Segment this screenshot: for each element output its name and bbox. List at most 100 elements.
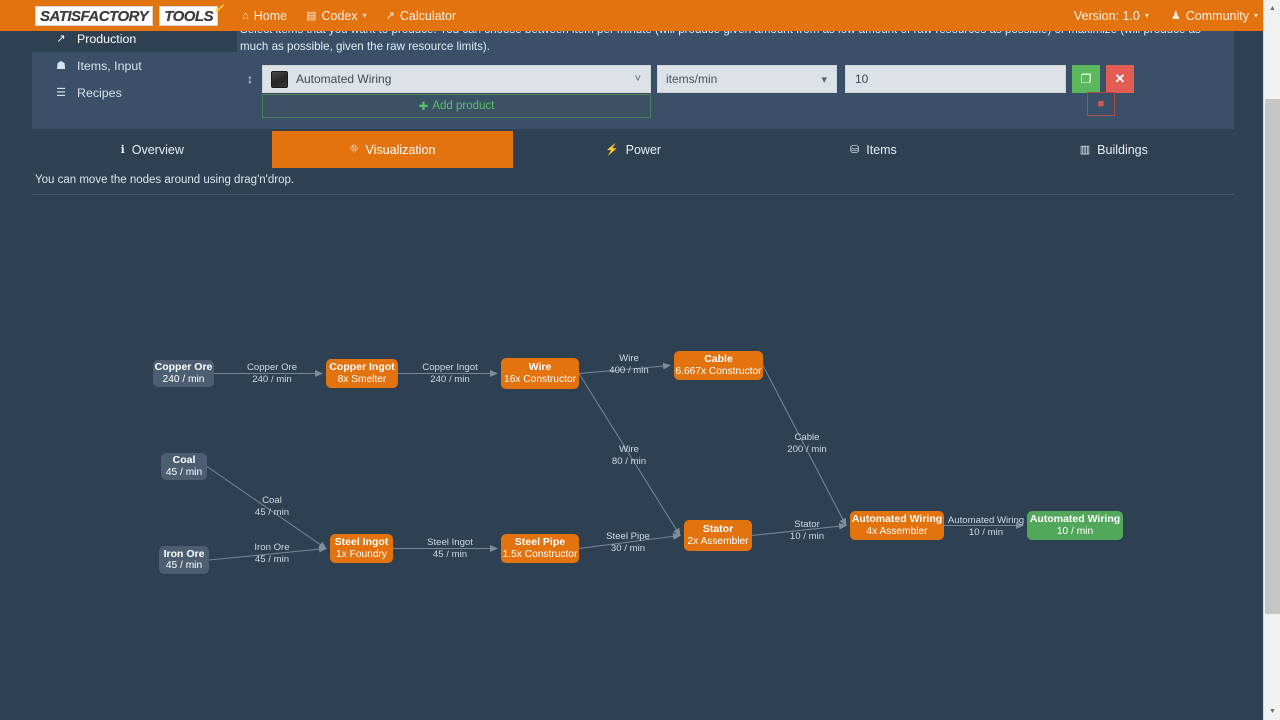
tab-visualization[interactable]: ⛗ Visualization	[272, 131, 513, 168]
version-label: Version: 1.0	[1073, 8, 1140, 23]
drag-handle-icon[interactable]: ↕	[242, 65, 258, 93]
sidebar: ↗ Production ☗ Items, Input ☰ Recipes	[32, 25, 237, 129]
chart-icon: ↗	[385, 10, 395, 22]
top-navbar: SATISFACTORY TOOLS ✓ ⌂ Home ▤ Codex ▾ ↗ …	[0, 0, 1280, 31]
graph-node-wire[interactable]: Wire 16x Constructor	[501, 358, 579, 389]
graph-node-copper-ingot[interactable]: Copper Ingot 8x Smelter	[326, 359, 398, 388]
nav-item-home-label: Home	[253, 8, 288, 23]
graph-node-auto-wiring-asm[interactable]: Automated Wiring 4x Assembler	[850, 511, 944, 540]
sidebar-item-items-input-label: Items, Input	[77, 58, 142, 73]
result-tabs: ℹ Overview ⛗ Visualization ⚡ Power ⛁ Ite…	[32, 131, 1234, 168]
graph-node-subtitle: 6.667x Constructor	[675, 365, 762, 377]
scroll-down-button[interactable]: ▼	[1264, 703, 1280, 720]
community-dropdown[interactable]: ♟ Community ▾	[1171, 9, 1258, 23]
save-icon: ⛁	[850, 144, 860, 156]
nav-item-home[interactable]: ⌂ Home	[242, 9, 287, 23]
graph-node-iron-ore[interactable]: Iron Ore 45 / min	[159, 546, 209, 574]
logo-check-icon: ✓	[213, 0, 225, 16]
nav-item-codex-label: Codex	[321, 8, 358, 23]
tab-overview[interactable]: ℹ Overview	[32, 131, 272, 168]
nav-item-calculator-label: Calculator	[399, 8, 457, 23]
graph-node-subtitle: 45 / min	[165, 560, 203, 571]
remove-product-button[interactable]: ✕	[1106, 65, 1134, 93]
graph-node-title: Steel Pipe	[514, 536, 566, 548]
chevron-down-icon: ▾	[821, 74, 827, 86]
graph-node-title: Automated Wiring	[1029, 513, 1121, 525]
product-row: ↕ Automated Wiring ˅ ✚ Add product items…	[242, 65, 1134, 118]
delete-row-button[interactable]: ■	[1087, 92, 1115, 116]
tab-power-label: Power	[625, 142, 662, 157]
product-select-value: Automated Wiring	[296, 72, 392, 86]
visualization-canvas[interactable]: Copper Ore 240 / min Copper Ingot 8x Smelte…	[32, 194, 1234, 720]
duplicate-product-button[interactable]: ❐	[1072, 65, 1100, 93]
add-product-label: Add product	[432, 100, 495, 112]
sidebar-item-recipes-label: Recipes	[77, 85, 122, 100]
graph-node-steel-pipe[interactable]: Steel Pipe 1.5x Constructor	[501, 534, 579, 563]
nav-item-codex[interactable]: ▤ Codex ▾	[306, 9, 367, 23]
navbar-links: ⌂ Home ▤ Codex ▾ ↗ Calculator	[242, 9, 456, 23]
production-form-panel: Select items that you want to produce. Y…	[237, 24, 1234, 129]
chevron-down-icon: ▾	[362, 11, 367, 20]
chevron-down-icon: ▾	[1144, 11, 1149, 20]
community-label: Community	[1185, 8, 1249, 23]
graph-node-subtitle: 4x Assembler	[866, 525, 928, 537]
add-product-button[interactable]: ✚ Add product	[262, 94, 651, 118]
graph-node-stator[interactable]: Stator 2x Assembler	[684, 520, 752, 551]
chevron-down-icon: ▾	[1253, 11, 1258, 20]
graph-node-title: Iron Ore	[163, 547, 205, 560]
logo-text-part2: TOOLS	[159, 5, 219, 26]
close-icon: ✕	[1114, 71, 1126, 86]
graph-node-title: Wire	[528, 361, 552, 373]
sidebar-item-items-input[interactable]: ☗ Items, Input	[32, 52, 237, 79]
graph-node-title: Copper Ore	[154, 361, 213, 373]
info-icon: ℹ	[120, 144, 125, 156]
site-logo[interactable]: SATISFACTORY TOOLS ✓	[35, 1, 224, 28]
graph-node-subtitle: 240 / min	[162, 373, 205, 385]
trash-icon: ■	[1097, 98, 1105, 110]
bolt-icon: ⚡	[604, 144, 619, 156]
graph-node-subtitle: 1.5x Constructor	[502, 548, 578, 560]
navbar-right: Version: 1.0 ▾ ♟ Community ▾	[1074, 9, 1258, 23]
amount-input[interactable]: 10	[845, 65, 1066, 93]
item-thumbnail-icon	[271, 70, 288, 88]
tab-buildings-label: Buildings	[1097, 142, 1148, 157]
chart-icon: ↗	[56, 33, 66, 45]
book-icon: ▤	[306, 10, 317, 22]
plus-icon: ✚	[418, 101, 429, 113]
graph-node-subtitle: 2x Assembler	[687, 535, 749, 547]
copy-icon: ❐	[1080, 72, 1092, 86]
sidebar-item-production-label: Production	[77, 31, 137, 46]
tab-power[interactable]: ⚡ Power	[513, 131, 753, 168]
tab-items-label: Items	[866, 142, 897, 157]
graph-node-title: Stator	[702, 523, 734, 535]
tab-overview-label: Overview	[131, 142, 184, 157]
users-icon: ♟	[1170, 10, 1181, 22]
chevron-down-icon: ˅	[634, 73, 641, 85]
graph-node-title: Steel Ingot	[334, 536, 389, 548]
graph-node-subtitle: 8x Smelter	[337, 373, 387, 385]
unit-select[interactable]: items/min ▾	[657, 65, 837, 93]
graph-node-title: Coal	[172, 454, 196, 466]
page-scrollbar[interactable]: ▲ ▼	[1263, 0, 1280, 720]
unit-select-value: items/min	[666, 72, 718, 86]
graph-node-copper-ore[interactable]: Copper Ore 240 / min	[153, 360, 214, 387]
scrollbar-thumb[interactable]	[1265, 99, 1280, 614]
graph-node-steel-ingot[interactable]: Steel Ingot 1x Foundry	[330, 534, 393, 563]
tab-items[interactable]: ⛁ Items	[753, 131, 993, 168]
graph-node-subtitle: 45 / min	[165, 466, 203, 478]
graph-node-subtitle: 10 / min	[1056, 525, 1094, 537]
graph-node-subtitle: 16x Constructor	[504, 373, 576, 385]
product-select[interactable]: Automated Wiring ˅	[262, 65, 651, 93]
version-dropdown[interactable]: Version: 1.0 ▾	[1074, 9, 1149, 23]
graph-node-auto-wiring-out[interactable]: Automated Wiring 10 / min	[1027, 511, 1123, 540]
page-root: SATISFACTORY TOOLS ✓ ⌂ Home ▤ Codex ▾ ↗ …	[0, 0, 1280, 720]
tab-visualization-label: Visualization	[365, 142, 436, 157]
graph-node-coal[interactable]: Coal 45 / min	[161, 453, 207, 480]
tab-buildings[interactable]: ▥ Buildings	[994, 131, 1234, 168]
scroll-up-button[interactable]: ▲	[1264, 0, 1280, 17]
nav-item-calculator[interactable]: ↗ Calculator	[386, 9, 457, 23]
product-select-group: Automated Wiring ˅ ✚ Add product	[262, 65, 651, 118]
sidebar-item-recipes[interactable]: ☰ Recipes	[32, 79, 237, 106]
graph-node-cable[interactable]: Cable 6.667x Constructor	[674, 351, 763, 380]
sitemap-icon: ⛗	[349, 143, 359, 155]
